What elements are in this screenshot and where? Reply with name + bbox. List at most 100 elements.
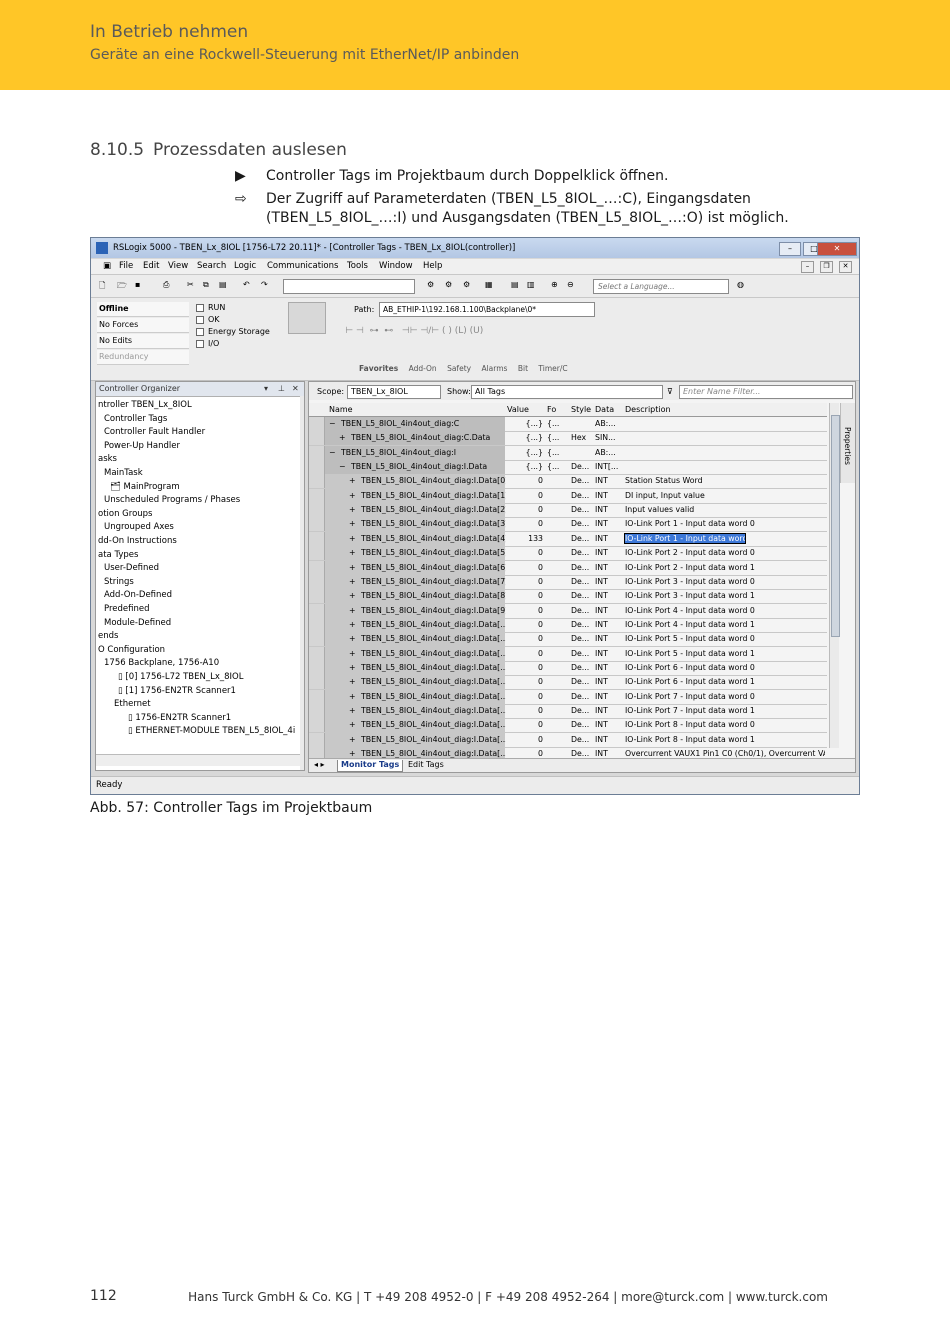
tag-name[interactable]: TBEN_L5_8IOL_4in4out_diag:I.Data[4]	[361, 534, 506, 543]
table-row[interactable]: − TBEN_L5_8IOL_4in4out_diag:I {...} {... AB:…	[309, 445, 827, 461]
expand-icon[interactable]: +	[349, 677, 356, 686]
row-header[interactable]	[309, 445, 325, 460]
filter-icon[interactable]: ⊽	[667, 387, 673, 396]
tag-name[interactable]: TBEN_L5_8IOL_4in4out_diag:I.Data[...	[361, 720, 506, 729]
tag-style[interactable]: De...	[571, 720, 593, 729]
tag-value[interactable]: 0	[507, 505, 543, 514]
tag-name[interactable]: TBEN_L5_8IOL_4in4out_diag:C	[341, 419, 506, 428]
tag-style[interactable]: De...	[571, 649, 593, 658]
tag-value[interactable]: 0	[507, 491, 543, 500]
table-row[interactable]: + TBEN_L5_8IOL_4in4out_diag:I.Data[... 0 De…	[309, 675, 827, 691]
tag-style[interactable]: De...	[571, 735, 593, 744]
table-row[interactable]: + TBEN_L5_8IOL_4in4out_diag:I.Data[... 0 De…	[309, 704, 827, 719]
row-header[interactable]	[309, 617, 325, 632]
tag-name[interactable]: TBEN_L5_8IOL_4in4out_diag:I.Data[9]	[361, 606, 506, 615]
tag-force[interactable]: {...	[547, 433, 569, 442]
table-row[interactable]: + TBEN_L5_8IOL_4in4out_diag:I.Data[6] 0 De.…	[309, 560, 827, 576]
tag-data-type[interactable]: INT	[595, 548, 623, 557]
tag-name[interactable]: TBEN_L5_8IOL_4in4out_diag:I.Data[...	[361, 620, 506, 629]
tab-monitor-tags[interactable]: Monitor Tags	[337, 760, 404, 772]
expand-icon[interactable]: +	[349, 577, 356, 586]
status-edits[interactable]: No Edits	[97, 334, 189, 349]
tag-description[interactable]: IO-Link Port 8 - Input data word 1	[625, 735, 825, 744]
language-select[interactable]: Select a Language...	[593, 279, 729, 294]
tag-style[interactable]: De...	[571, 491, 593, 500]
expand-icon[interactable]: +	[349, 505, 356, 514]
tab-timer[interactable]: Timer/C	[538, 364, 567, 373]
tag-force[interactable]: {...	[547, 448, 569, 457]
expand-icon[interactable]: +	[349, 692, 356, 701]
tag-value[interactable]: 0	[507, 663, 543, 672]
tag-value[interactable]: 0	[507, 706, 543, 715]
organizer-vscrollbar[interactable]	[300, 396, 304, 770]
organizer-item[interactable]: ▯ ETHERNET-MODULE TBEN_L5_8IOL_4i	[128, 726, 295, 736]
organizer-item[interactable]: ▯ 1756-EN2TR Scanner1	[128, 713, 231, 723]
row-header[interactable]	[309, 632, 325, 647]
close-button[interactable]: ✕	[817, 242, 857, 256]
tab-addon[interactable]: Add-On	[409, 364, 437, 373]
tag-description[interactable]: IO-Link Port 5 - Input data word 1	[625, 649, 825, 658]
tag-value[interactable]: 0	[507, 606, 543, 615]
col-data-type[interactable]: Data	[595, 405, 614, 414]
table-row[interactable]: + TBEN_L5_8IOL_4in4out_diag:I.Data[... 0 De…	[309, 732, 827, 748]
tag-name[interactable]: TBEN_L5_8IOL_4in4out_diag:I.Data[7]	[361, 577, 506, 586]
grid-vscroll-thumb[interactable]	[831, 415, 840, 637]
menu-search[interactable]: Search	[197, 261, 226, 271]
row-header[interactable]	[309, 488, 325, 503]
tag-style[interactable]: De...	[571, 620, 593, 629]
tag-data-type[interactable]: AB:...	[595, 419, 623, 428]
tag-data-type[interactable]: INT	[595, 735, 623, 744]
organizer-item[interactable]: Unscheduled Programs / Phases	[104, 495, 240, 505]
tag-data-type[interactable]: INT	[595, 606, 623, 615]
table-row[interactable]: + TBEN_L5_8IOL_4in4out_diag:I.Data[8] 0 De.…	[309, 589, 827, 605]
table-row[interactable]: + TBEN_L5_8IOL_4in4out_diag:I.Data[9] 0 De.…	[309, 603, 827, 619]
tag-description[interactable]: IO-Link Port 7 - Input data word 1	[625, 706, 825, 715]
tag-style[interactable]: De...	[571, 749, 593, 758]
tag-description[interactable]: Station Status Word	[625, 476, 825, 485]
tag-value[interactable]: 0	[507, 563, 543, 572]
expand-icon[interactable]: +	[349, 749, 356, 758]
tag-name[interactable]: TBEN_L5_8IOL_4in4out_diag:I.Data[...	[361, 735, 506, 744]
table-row[interactable]: + TBEN_L5_8IOL_4in4out_diag:I.Data[... 0 De…	[309, 718, 827, 734]
organizer-item[interactable]: User-Defined	[104, 563, 159, 573]
tag-description[interactable]: IO-Link Port 5 - Input data word 0	[625, 634, 825, 643]
name-filter-input[interactable]: Enter Name Filter...	[679, 385, 853, 399]
menu-icon[interactable]: ▣	[103, 261, 111, 271]
table-row[interactable]: + TBEN_L5_8IOL_4in4out_diag:I.Data[... 0 De…	[309, 646, 827, 662]
row-header[interactable]	[309, 689, 325, 704]
status-mode[interactable]: Offline	[97, 302, 189, 317]
expand-icon[interactable]: +	[349, 720, 356, 729]
tag-data-type[interactable]: INT	[595, 634, 623, 643]
paste-icon[interactable]: ▤	[219, 280, 231, 292]
tag-description[interactable]: IO-Link Port 4 - Input data word 0	[625, 606, 825, 615]
zoom-out-icon[interactable]: ⊖	[567, 280, 579, 292]
tag-style[interactable]: De...	[571, 462, 593, 471]
tag-style[interactable]: De...	[571, 476, 593, 485]
tab-bit[interactable]: Bit	[518, 364, 528, 373]
copy-icon[interactable]: ⧉	[203, 280, 215, 292]
tag-name[interactable]: TBEN_L5_8IOL_4in4out_diag:I.Data[...	[361, 749, 506, 758]
table-row[interactable]: + TBEN_L5_8IOL_4in4out_diag:I.Data[0] 0 De.…	[309, 474, 827, 490]
row-header[interactable]	[309, 460, 325, 475]
tag-name[interactable]: TBEN_L5_8IOL_4in4out_diag:I.Data[...	[361, 706, 506, 715]
organizer-pin-icon[interactable]: ⊥	[278, 384, 285, 393]
tool-icon[interactable]: ⚙	[445, 280, 457, 292]
redo-icon[interactable]: ↷	[261, 280, 273, 292]
tag-description[interactable]: DI input, Input value	[625, 491, 825, 500]
open-icon[interactable]: 🗁	[117, 280, 129, 292]
table-row[interactable]: + TBEN_L5_8IOL_4in4out_diag:I.Data[... 0 De…	[309, 689, 827, 705]
status-forces[interactable]: No Forces	[97, 318, 189, 333]
minimize-button[interactable]: –	[779, 242, 801, 256]
expand-icon[interactable]: +	[349, 591, 356, 600]
menu-help[interactable]: Help	[423, 261, 442, 271]
tab-safety[interactable]: Safety	[447, 364, 471, 373]
tag-style[interactable]: De...	[571, 534, 593, 543]
mdi-minimize-button[interactable]: –	[801, 261, 814, 273]
col-description[interactable]: Description	[625, 405, 671, 414]
expand-icon[interactable]: +	[349, 606, 356, 615]
window-titlebar[interactable]: RSLogix 5000 - TBEN_Lx_8IOL [1756-L72 20…	[91, 238, 859, 258]
row-header[interactable]	[309, 646, 325, 661]
tag-name[interactable]: TBEN_L5_8IOL_4in4out_diag:I.Data	[351, 462, 506, 471]
menu-window[interactable]: Window	[379, 261, 413, 271]
scope-combo[interactable]: TBEN_Lx_8IOL	[347, 385, 441, 399]
